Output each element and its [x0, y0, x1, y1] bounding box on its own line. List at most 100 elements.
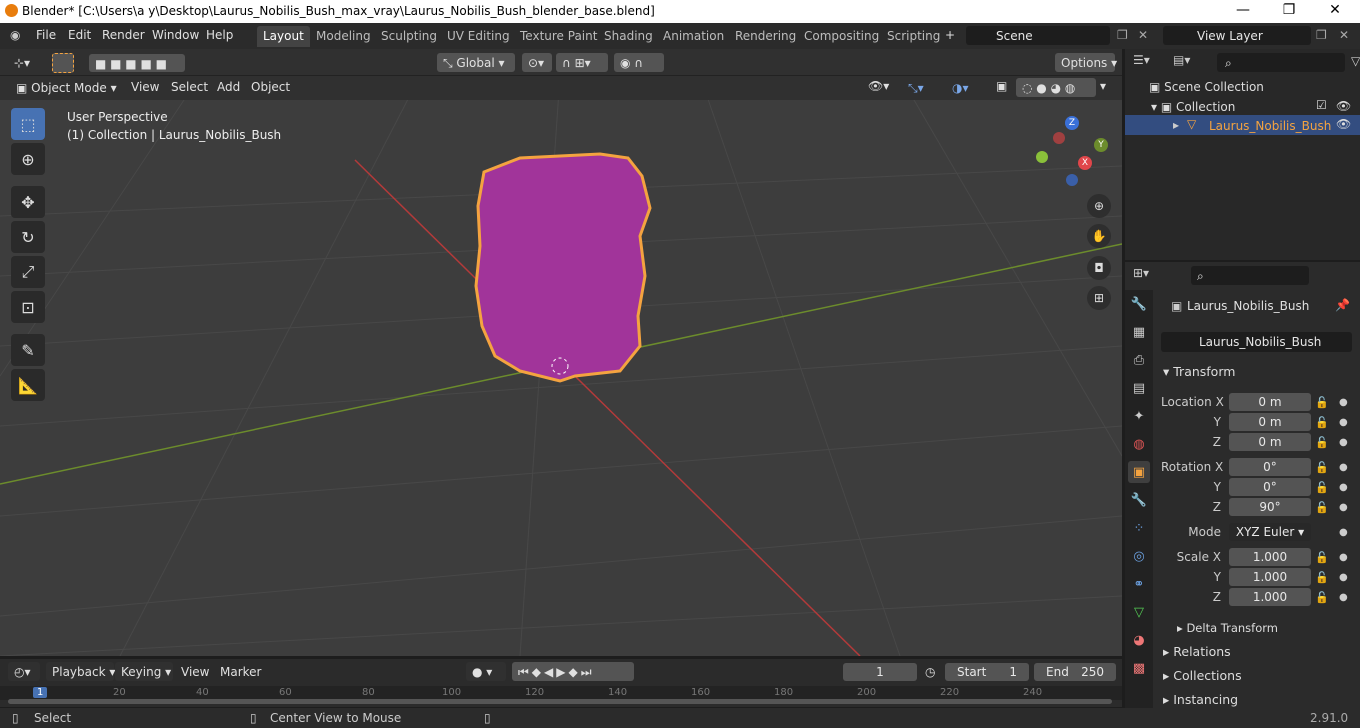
scale-x-field[interactable]: 1.000	[1229, 548, 1311, 566]
shading-options-icon[interactable]: ▾	[1100, 79, 1106, 93]
timeline-view-menu[interactable]: View	[181, 665, 209, 679]
timeline-marker-menu[interactable]: Marker	[220, 665, 261, 679]
keyframe-dot-icon[interactable]: ●	[1339, 437, 1348, 448]
texture-tab-icon[interactable]: ▩	[1128, 657, 1150, 679]
object-name-field[interactable]: Laurus_Nobilis_Bush	[1161, 332, 1352, 352]
gizmo-neg-y[interactable]	[1036, 151, 1048, 163]
tab-animation[interactable]: Animation	[657, 26, 730, 47]
view-layer-tab-icon[interactable]: ▤	[1128, 377, 1150, 399]
start-frame-field[interactable]: Start 1	[945, 663, 1029, 681]
view-layer-selector[interactable]: View Layer	[1163, 26, 1311, 45]
rotation-z-field[interactable]: 90°	[1229, 498, 1311, 516]
scale-tool-icon[interactable]: ⤢	[11, 256, 45, 288]
tab-layout[interactable]: Layout	[257, 26, 310, 47]
xray-icon[interactable]: ▣	[996, 79, 1007, 93]
location-x-field[interactable]: 0 m	[1229, 393, 1311, 411]
minimize-button[interactable]: —	[1233, 2, 1253, 18]
gizmo-neg-z[interactable]	[1066, 174, 1078, 186]
scale-z-field[interactable]: 1.000	[1229, 588, 1311, 606]
cursor-tool-icon[interactable]: ⊕	[11, 143, 45, 175]
physics-tab-icon[interactable]: ◎	[1128, 545, 1150, 567]
delete-scene-icon[interactable]: ✕	[1138, 28, 1148, 42]
ortho-grid-icon[interactable]: ⊞	[1087, 286, 1111, 310]
gizmo-neg-x[interactable]	[1053, 132, 1065, 144]
exclude-checkbox[interactable]: ☑	[1316, 98, 1327, 112]
gizmo-x[interactable]: X	[1078, 156, 1092, 170]
collection-eye-icon[interactable]: 👁	[1336, 99, 1351, 113]
close-button[interactable]: ✕	[1325, 2, 1345, 18]
pin-icon[interactable]: 📌	[1335, 298, 1350, 312]
particles-tab-icon[interactable]: ⁘	[1128, 517, 1150, 539]
constraints-tab-icon[interactable]: ⚭	[1128, 573, 1150, 595]
add-workspace-icon[interactable]: +	[945, 28, 955, 42]
options-dropdown[interactable]: Options ▾	[1055, 53, 1117, 72]
lock-scale-x-icon[interactable]: 🔓	[1315, 551, 1329, 564]
new-view-layer-icon[interactable]: ❐	[1316, 28, 1327, 42]
collection-row[interactable]: ▾ ▣ Collection	[1151, 100, 1235, 114]
tab-modeling[interactable]: Modeling	[310, 26, 377, 47]
object-row[interactable]: ▸ ▽ Laurus_Nobilis_Bush 👁	[1125, 115, 1360, 135]
modifier-tab-icon[interactable]: 🔧	[1128, 489, 1150, 511]
camera-icon[interactable]: ◘	[1087, 256, 1111, 280]
rotation-x-field[interactable]: 0°	[1229, 458, 1311, 476]
location-y-field[interactable]: 0 m	[1229, 413, 1311, 431]
render-tab-icon[interactable]: ▦	[1128, 321, 1150, 343]
keyframe-dot-icon[interactable]: ●	[1339, 417, 1348, 428]
material-tab-icon[interactable]: ◕	[1128, 629, 1150, 651]
editor-type-icon[interactable]: ⊹▾	[8, 53, 38, 72]
display-mode-icon[interactable]: ▤▾	[1173, 53, 1209, 72]
selection-mode-icons[interactable]: ■ ■ ■ ■ ■	[89, 54, 185, 72]
lock-rotation-z-icon[interactable]: 🔓	[1315, 501, 1329, 514]
menu-select[interactable]: Select	[171, 80, 208, 94]
delta-transform-header[interactable]: ▸ Delta Transform	[1177, 621, 1278, 635]
tab-sculpting[interactable]: Sculpting	[375, 26, 443, 47]
menu-edit[interactable]: Edit	[68, 28, 91, 42]
annotate-tool-icon[interactable]: ✎	[11, 334, 45, 366]
keyframe-dot-icon[interactable]: ●	[1339, 482, 1348, 493]
filter-icon[interactable]: ▽	[1351, 54, 1360, 68]
lock-location-z-icon[interactable]: 🔓	[1315, 436, 1329, 449]
tab-shading[interactable]: Shading	[598, 26, 659, 47]
scale-y-field[interactable]: 1.000	[1229, 568, 1311, 586]
tab-scripting[interactable]: Scripting	[881, 26, 946, 47]
zoom-icon[interactable]: ⊕	[1087, 194, 1111, 218]
expand-arrow-icon[interactable]: ▸	[1173, 118, 1179, 132]
timeline-scrollbar[interactable]	[8, 699, 1112, 704]
end-frame-field[interactable]: End 250	[1034, 663, 1116, 681]
object-eye-icon[interactable]: 👁	[1336, 117, 1351, 131]
proportional-edit-icon[interactable]: ◉ ∩	[614, 53, 664, 72]
scene-collection-row[interactable]: ▣ Scene Collection	[1149, 80, 1264, 94]
keying-menu[interactable]: Keying ▾	[115, 662, 173, 681]
delete-view-layer-icon[interactable]: ✕	[1339, 28, 1349, 42]
keyframe-dot-icon[interactable]: ●	[1339, 502, 1348, 513]
rotation-mode-dropdown[interactable]: XYZ Euler ▾	[1229, 523, 1311, 541]
outliner-search-input[interactable]: ⌕	[1217, 53, 1345, 72]
tab-uv-editing[interactable]: UV Editing	[441, 26, 516, 47]
menu-add[interactable]: Add	[217, 80, 240, 94]
relations-header[interactable]: ▸ Relations	[1163, 644, 1231, 659]
maximize-button[interactable]: ❐	[1279, 2, 1299, 18]
overlays-icon[interactable]: ◑▾	[946, 78, 986, 97]
pan-hand-icon[interactable]: ✋	[1087, 224, 1111, 248]
bush-object[interactable]	[474, 152, 652, 383]
properties-search-input[interactable]: ⌕	[1191, 266, 1309, 285]
transform-panel-header[interactable]: ▾ Transform	[1163, 364, 1235, 379]
collections-header[interactable]: ▸ Collections	[1163, 668, 1242, 683]
rotation-y-field[interactable]: 0°	[1229, 478, 1311, 496]
keyframe-dot-icon[interactable]: ●	[1339, 592, 1348, 603]
playback-menu[interactable]: Playback ▾	[46, 662, 115, 681]
menu-object[interactable]: Object	[251, 80, 290, 94]
properties-editor-type-icon[interactable]: ⊞▾	[1133, 266, 1149, 280]
menu-window[interactable]: Window	[152, 28, 199, 42]
blender-menu-icon[interactable]: ◉	[10, 28, 20, 42]
menu-help[interactable]: Help	[206, 28, 233, 42]
gizmo-y[interactable]: Y	[1094, 138, 1108, 152]
gizmo-z[interactable]: Z	[1065, 116, 1079, 130]
lock-scale-y-icon[interactable]: 🔓	[1315, 571, 1329, 584]
keyframe-dot-icon[interactable]: ●	[1339, 552, 1348, 563]
tab-rendering[interactable]: Rendering	[729, 26, 802, 47]
output-tab-icon[interactable]: ⎙	[1128, 349, 1150, 371]
select-tool-icon[interactable]: ⬚	[11, 108, 45, 140]
menu-view[interactable]: View	[131, 80, 159, 94]
world-tab-icon[interactable]: ◍	[1128, 433, 1150, 455]
